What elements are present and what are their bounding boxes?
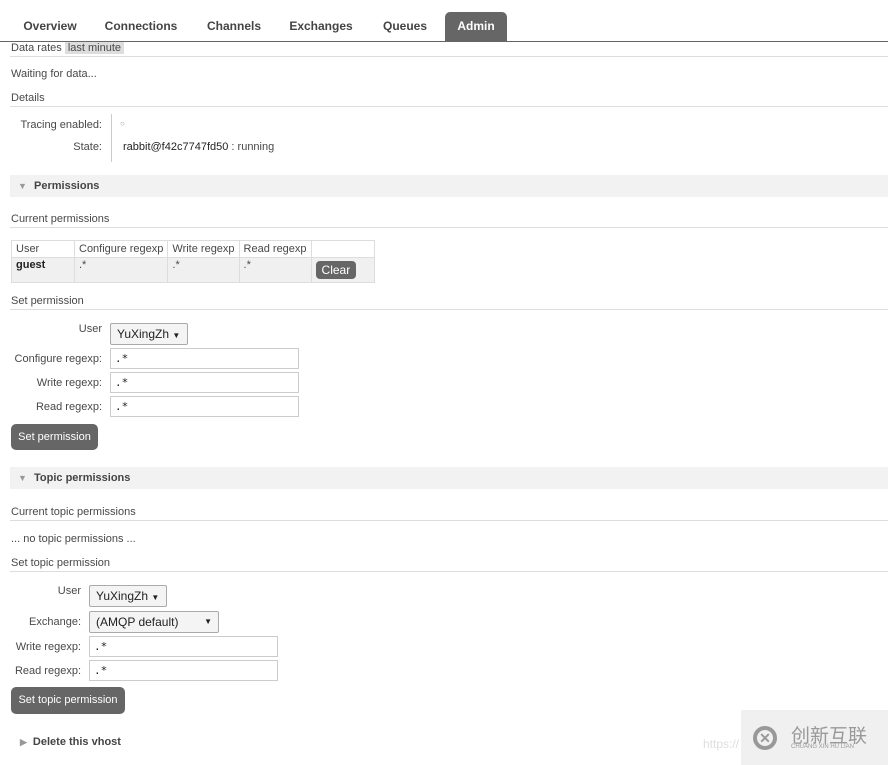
watermark-url: https:// bbox=[703, 737, 740, 751]
state-value: rabbit@f42c7747fd50 : running bbox=[123, 141, 274, 153]
user-select[interactable]: YuXingZh ▼ bbox=[110, 323, 188, 345]
table-row: guest .* .* .* Clear bbox=[11, 257, 375, 283]
node-name: rabbit@f42c7747fd50 bbox=[123, 141, 229, 153]
nav-tabs: Overview Connections Channels Exchanges … bbox=[0, 12, 888, 42]
details-title: Details bbox=[11, 92, 45, 104]
delete-vhost-title: Delete this vhost bbox=[32, 736, 121, 748]
tab-channels[interactable]: Channels bbox=[200, 12, 268, 41]
read-label: Read regexp: bbox=[35, 401, 102, 413]
set-permission-title: Set permission bbox=[11, 295, 84, 307]
configure-regexp-input[interactable] bbox=[110, 348, 299, 369]
state-label: State: bbox=[73, 141, 102, 153]
tab-admin[interactable]: Admin bbox=[445, 12, 507, 41]
topic-write-input[interactable] bbox=[89, 636, 278, 657]
current-permissions-title: Current permissions bbox=[11, 213, 110, 225]
tab-exchanges[interactable]: Exchanges bbox=[283, 12, 359, 41]
logo-icon: ✕ bbox=[753, 726, 777, 750]
permissions-table: User Configure regexp Write regexp Read reg… bbox=[11, 240, 375, 283]
col-configure: Configure regexp bbox=[73, 240, 169, 258]
dropdown-icon: ▼ bbox=[204, 617, 212, 626]
no-topic-text: ... no topic permissions ... bbox=[11, 533, 136, 545]
tab-overview[interactable]: Overview bbox=[14, 12, 86, 41]
set-topic-permission-button[interactable]: Set topic permission bbox=[11, 687, 125, 714]
col-read: Read regexp bbox=[238, 240, 312, 258]
dropdown-icon: ▼ bbox=[151, 593, 160, 602]
write-regexp-input[interactable] bbox=[110, 372, 299, 393]
clear-button[interactable]: Clear bbox=[315, 261, 357, 279]
data-rates: Data rates last minute bbox=[11, 42, 125, 54]
topic-write-label: Write regexp: bbox=[15, 641, 81, 653]
collapse-icon: ▼ bbox=[18, 181, 27, 191]
exchange-select[interactable]: (AMQP default) ▼ bbox=[89, 611, 219, 633]
read-regexp-input[interactable] bbox=[110, 396, 299, 417]
exchange-label: Exchange: bbox=[29, 616, 81, 628]
set-topic-title: Set topic permission bbox=[11, 557, 111, 569]
topic-permissions-section[interactable]: ▼ Topic permissions bbox=[10, 467, 888, 489]
data-rates-label: Data rates bbox=[11, 42, 62, 54]
tab-connections[interactable]: Connections bbox=[98, 12, 184, 41]
topic-read-label: Read regexp: bbox=[14, 665, 81, 677]
topic-user-label: User bbox=[57, 585, 81, 597]
configure-label: Configure regexp: bbox=[14, 353, 102, 365]
cell-write: .* bbox=[167, 257, 240, 283]
cell-user: guest bbox=[11, 257, 75, 283]
user-label: User bbox=[78, 323, 102, 335]
col-user: User bbox=[11, 240, 75, 258]
data-rates-value[interactable]: last minute bbox=[64, 42, 125, 54]
expand-icon: ▶ bbox=[20, 737, 27, 747]
topic-title: Topic permissions bbox=[34, 472, 131, 484]
tracing-value: ○ bbox=[120, 119, 125, 128]
write-label: Write regexp: bbox=[36, 377, 102, 389]
node-status: : running bbox=[231, 141, 275, 153]
topic-read-input[interactable] bbox=[89, 660, 278, 681]
tracing-label: Tracing enabled: bbox=[20, 119, 102, 131]
collapse-icon: ▼ bbox=[18, 473, 27, 483]
topic-user-select[interactable]: YuXingZh ▼ bbox=[89, 585, 167, 607]
permissions-title: Permissions bbox=[34, 180, 100, 192]
cell-read: .* bbox=[238, 257, 312, 283]
permissions-section[interactable]: ▼ Permissions bbox=[10, 175, 888, 197]
tab-queues[interactable]: Queues bbox=[376, 12, 434, 41]
dropdown-icon: ▼ bbox=[172, 331, 181, 340]
current-topic-title: Current topic permissions bbox=[11, 506, 136, 518]
col-write: Write regexp bbox=[167, 240, 240, 258]
set-permission-button[interactable]: Set permission bbox=[11, 424, 98, 450]
cell-configure: .* bbox=[73, 257, 169, 283]
delete-vhost-section[interactable]: ▶ Delete this vhost bbox=[20, 736, 121, 748]
watermark-sub: CHUANG XIN HU LIAN bbox=[791, 744, 855, 750]
watermark-logo: ✕ 创新互联 CHUANG XIN HU LIAN bbox=[741, 710, 888, 765]
waiting-text: Waiting for data... bbox=[11, 68, 97, 80]
